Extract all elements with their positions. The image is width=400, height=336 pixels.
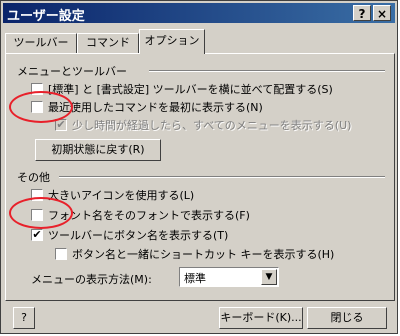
checkbox-row-side-by-side[interactable]: [標準] と [書式設定] ツールバーを横に並べて配置する(S) [31, 81, 333, 97]
checkbox-shortcut-keys[interactable] [55, 248, 67, 260]
close-button[interactable]: 閉じる [307, 307, 387, 329]
menu-animation-label: メニューの表示方法(M): [31, 273, 152, 286]
keyboard-button[interactable]: キーボード(K)... [219, 307, 303, 329]
checkbox-label: 大きいアイコンを使用する(L) [48, 189, 195, 202]
options-dialog: ユーザー設定 ? × ツールバー コマンド オプション メニューとツールバー [… [0, 0, 398, 334]
tab-toolbars[interactable]: ツールバー [5, 33, 77, 53]
close-icon-button[interactable]: × [373, 5, 391, 21]
checkbox-row-full-menus-delay[interactable]: ✔ 少し時間が経過したら、すべてのメニューを表示する(U) [55, 117, 351, 133]
group-divider [149, 70, 385, 72]
checkbox-label: ツールバーにボタン名を表示する(T) [48, 229, 229, 242]
tab-options[interactable]: オプション [139, 29, 205, 54]
help-icon[interactable]: ? [13, 307, 35, 329]
checkbox-label: 少し時間が経過したら、すべてのメニューを表示する(U) [72, 119, 352, 132]
annotation-circle [9, 197, 73, 229]
checkbox-label: 最近使用したコマンドを最初に表示する(N) [48, 101, 263, 114]
checkbox-screentips[interactable]: ✔ [31, 229, 43, 241]
menu-animation-select[interactable]: 標準 ▼ [179, 267, 279, 287]
tab-commands[interactable]: コマンド [77, 33, 139, 53]
checkbox-label: ボタン名と一緒にショートカット キーを表示する(H) [72, 248, 335, 261]
annotation-circle [9, 91, 73, 123]
menu-animation-value: 標準 [184, 272, 206, 285]
help-icon-button[interactable]: ? [353, 5, 371, 21]
dialog-title: ユーザー設定 [7, 9, 85, 24]
group-label-other: その他 [17, 171, 50, 184]
checkbox-label: フォント名をそのフォントで表示する(F) [48, 209, 250, 222]
group-label-menus-toolbars: メニューとツールバー [17, 65, 127, 78]
checkbox-label: [標準] と [書式設定] ツールバーを横に並べて配置する(S) [48, 83, 333, 96]
title-bar: ユーザー設定 ? × [3, 3, 395, 24]
reset-button[interactable]: 初期状態に戻す(R) [35, 139, 161, 161]
checkbox-row-screentips[interactable]: ✔ ツールバーにボタン名を表示する(T) [31, 227, 228, 243]
group-divider [59, 176, 385, 178]
chevron-down-icon[interactable]: ▼ [261, 269, 277, 285]
checkbox-row-shortcut-keys[interactable]: ボタン名と一緒にショートカット キーを表示する(H) [55, 246, 334, 262]
